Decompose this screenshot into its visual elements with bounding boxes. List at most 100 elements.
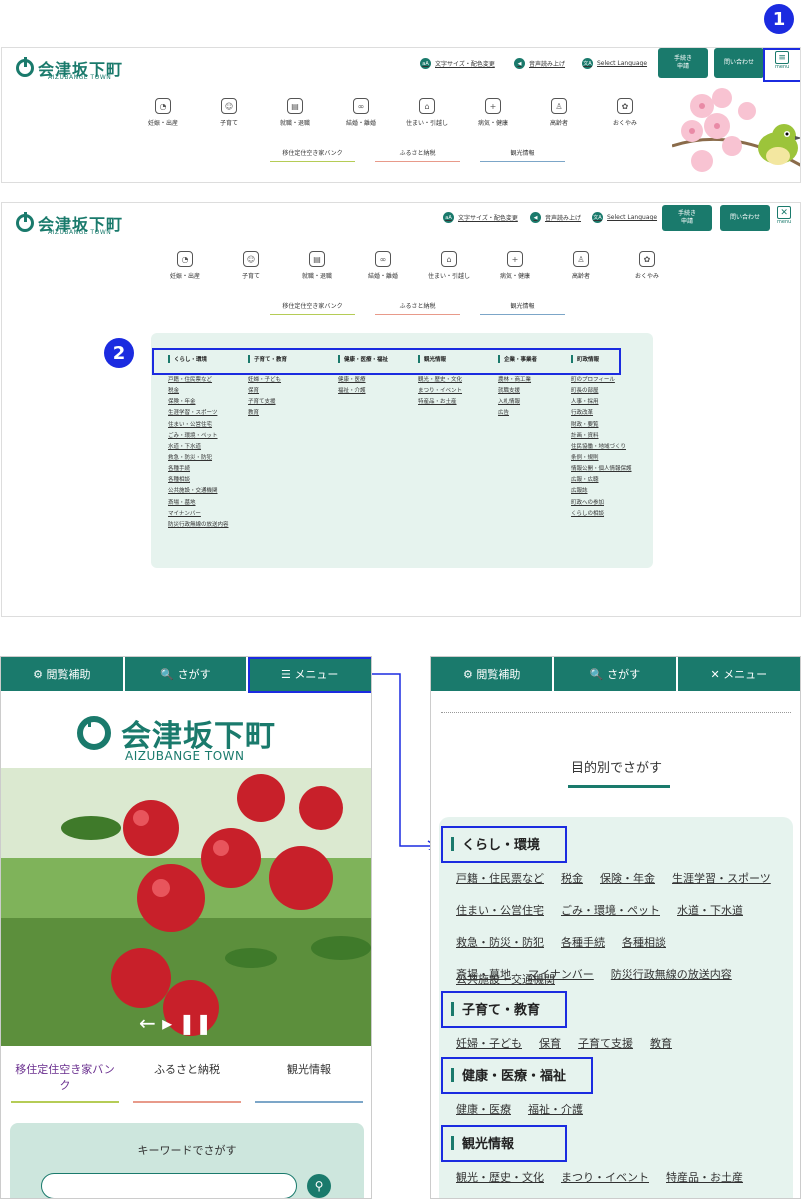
- mega-link[interactable]: 各種手続: [168, 466, 240, 473]
- mobile-tab-2[interactable]: ✕ メニュー: [677, 657, 800, 691]
- contact-button[interactable]: 問い合わせ: [714, 48, 764, 78]
- nav-item-3[interactable]: ∞ 結婚・離婚: [328, 98, 394, 127]
- mobile-link[interactable]: 水道・下水道: [677, 902, 743, 918]
- nav-item-2[interactable]: ▤ 就職・退職: [262, 98, 328, 127]
- mega-link[interactable]: まつり・イベント: [418, 388, 490, 395]
- mobile-link[interactable]: マイナンバー: [528, 966, 594, 982]
- mega-link[interactable]: 防災行政無線の放送内容: [168, 522, 240, 529]
- mega-link[interactable]: 特産品・お土産: [418, 399, 490, 406]
- site-logo-2[interactable]: 会津坂下町 AIZUBANGE TOWN: [16, 211, 123, 236]
- mobile-link[interactable]: 福祉・介護: [528, 1101, 583, 1117]
- search-button[interactable]: ⚲: [307, 1174, 331, 1198]
- language-link[interactable]: 文A Select Language: [592, 212, 657, 223]
- mobile-link[interactable]: 生涯学習・スポーツ: [672, 870, 771, 886]
- mega-link[interactable]: 水道・下水道: [168, 444, 240, 451]
- nav-item-7[interactable]: ✿ おくやみ: [592, 98, 658, 127]
- nav-item-1[interactable]: ☺ 子育て: [218, 251, 284, 280]
- mega-link[interactable]: 農林・商工業: [498, 377, 570, 384]
- mega-link[interactable]: 広報誌: [571, 488, 643, 495]
- sub-link-1[interactable]: ふるさと納税: [375, 148, 460, 162]
- mobile-link[interactable]: 教育: [650, 1035, 672, 1051]
- mega-link[interactable]: 情報公開・個人情報保護: [571, 466, 643, 473]
- nav-item-6[interactable]: ♙ 高齢者: [526, 98, 592, 127]
- mobile-link[interactable]: 各種手続: [561, 934, 605, 950]
- mobile-link[interactable]: 各種相談: [622, 934, 666, 950]
- nav-item-7[interactable]: ✿ おくやみ: [614, 251, 680, 280]
- mobile-link[interactable]: 税金: [561, 870, 583, 886]
- mobile-link[interactable]: 妊婦・子ども: [456, 1035, 522, 1051]
- mega-link[interactable]: 行政改革: [571, 410, 643, 417]
- keyword-input[interactable]: [41, 1173, 297, 1198]
- nav-item-5[interactable]: + 病気・健康: [482, 251, 548, 280]
- sub-link-2[interactable]: 観光情報: [480, 301, 565, 315]
- nav-item-0[interactable]: ◔ 妊娠・出産: [130, 98, 196, 127]
- mobile-link[interactable]: 観光・歴史・文化: [456, 1169, 544, 1185]
- mobile-link[interactable]: まつり・イベント: [561, 1169, 649, 1185]
- mobile-link[interactable]: 斎場・墓地: [456, 966, 511, 982]
- mega-link[interactable]: 町政への参加: [571, 500, 643, 507]
- mobile-tab-1[interactable]: 🔍 さがす: [554, 657, 678, 691]
- mega-link[interactable]: 住民協働・地域づくり: [571, 444, 643, 451]
- mega-link[interactable]: 生涯学習・スポーツ: [168, 410, 240, 417]
- nav-item-4[interactable]: ⌂ 住まい・引越し: [394, 98, 460, 127]
- nav-item-1[interactable]: ☺ 子育て: [196, 98, 262, 127]
- mobile-logo[interactable]: 会津坂下町 AIZUBANGE TOWN: [77, 711, 276, 763]
- text-size-link[interactable]: aA 文字サイズ・配色変更: [420, 58, 495, 69]
- mobile-sub-link-0[interactable]: 移住定住空き家バンク: [11, 1061, 119, 1103]
- nav-item-5[interactable]: + 病気・健康: [460, 98, 526, 127]
- read-aloud-link[interactable]: ◀ 音声読み上げ: [530, 212, 581, 223]
- mega-link[interactable]: 人事・採用: [571, 399, 643, 406]
- mega-link[interactable]: 町長の部屋: [571, 388, 643, 395]
- mega-link[interactable]: マイナンバー: [168, 511, 240, 518]
- read-aloud-link[interactable]: ◀ 音声読み上げ: [514, 58, 565, 69]
- mobile-link[interactable]: 保険・年金: [600, 870, 655, 886]
- mega-link[interactable]: 広報・広聴: [571, 477, 643, 484]
- sub-link-0[interactable]: 移住定住空き家バンク: [270, 301, 355, 315]
- mega-link[interactable]: ごみ・環境・ペット: [168, 433, 240, 440]
- mega-link[interactable]: 斎場・墓地: [168, 500, 240, 507]
- contact-button[interactable]: 問い合わせ: [720, 205, 770, 231]
- mobile-tab-0[interactable]: ⚙ 閲覧補助: [431, 657, 555, 691]
- site-logo[interactable]: 会津坂下町 AIZUBANGE TOWN: [16, 56, 123, 81]
- sub-link-1[interactable]: ふるさと納税: [375, 301, 460, 315]
- mobile-tab-0[interactable]: ⚙ 閲覧補助: [1, 657, 125, 691]
- mobile-link[interactable]: 特産品・お土産: [666, 1169, 743, 1185]
- nav-item-3[interactable]: ∞ 結婚・離婚: [350, 251, 416, 280]
- procedure-button[interactable]: 手続き 申請: [658, 48, 708, 78]
- mega-link[interactable]: 公共施設・交通機関: [168, 488, 240, 495]
- mega-link[interactable]: 保険・年金: [168, 399, 240, 406]
- mega-link[interactable]: 妊婦・子ども: [248, 377, 320, 384]
- mega-link[interactable]: 財政・要覧: [571, 422, 643, 429]
- language-link[interactable]: 文A Select Language: [582, 58, 647, 69]
- mega-link[interactable]: 計画・資料: [571, 433, 643, 440]
- mobile-link[interactable]: 住まい・公営住宅: [456, 902, 544, 918]
- mega-link[interactable]: 観光・歴史・文化: [418, 377, 490, 384]
- sub-link-2[interactable]: 観光情報: [480, 148, 565, 162]
- mega-link[interactable]: 救急・防災・防犯: [168, 455, 240, 462]
- mobile-link[interactable]: 戸籍・住民票など: [456, 870, 544, 886]
- mega-link[interactable]: 住まい・公営住宅: [168, 422, 240, 429]
- mobile-sub-link-2[interactable]: 観光情報: [255, 1061, 363, 1103]
- close-menu-button[interactable]: ✕ menu: [777, 206, 791, 225]
- mega-link[interactable]: 戸籍・住民票など: [168, 377, 240, 384]
- mega-link[interactable]: 広告: [498, 410, 570, 417]
- procedure-button[interactable]: 手続き 申請: [662, 205, 712, 231]
- mega-link[interactable]: 福祉・介護: [338, 388, 410, 395]
- nav-item-2[interactable]: ▤ 就職・退職: [284, 251, 350, 280]
- nav-item-0[interactable]: ◔ 妊娠・出産: [152, 251, 218, 280]
- mega-link[interactable]: 子育て支援: [248, 399, 320, 406]
- mega-link[interactable]: 教育: [248, 410, 320, 417]
- sub-link-0[interactable]: 移住定住空き家バンク: [270, 148, 355, 162]
- mobile-link[interactable]: 保育: [539, 1035, 561, 1051]
- text-size-link[interactable]: aA 文字サイズ・配色変更: [443, 212, 518, 223]
- mega-link[interactable]: 町のプロフィール: [571, 377, 643, 384]
- nav-item-6[interactable]: ♙ 高齢者: [548, 251, 614, 280]
- mobile-link[interactable]: 救急・防災・防犯: [456, 934, 544, 950]
- mega-link[interactable]: 各種相談: [168, 477, 240, 484]
- mobile-link[interactable]: ごみ・環境・ペット: [561, 902, 660, 918]
- mega-link[interactable]: くらしの相談: [571, 511, 643, 518]
- mega-link[interactable]: 入札情報: [498, 399, 570, 406]
- mega-link[interactable]: 条例・規則: [571, 455, 643, 462]
- mobile-link[interactable]: 健康・医療: [456, 1101, 511, 1117]
- mobile-link[interactable]: 防災行政無線の放送内容: [611, 966, 732, 982]
